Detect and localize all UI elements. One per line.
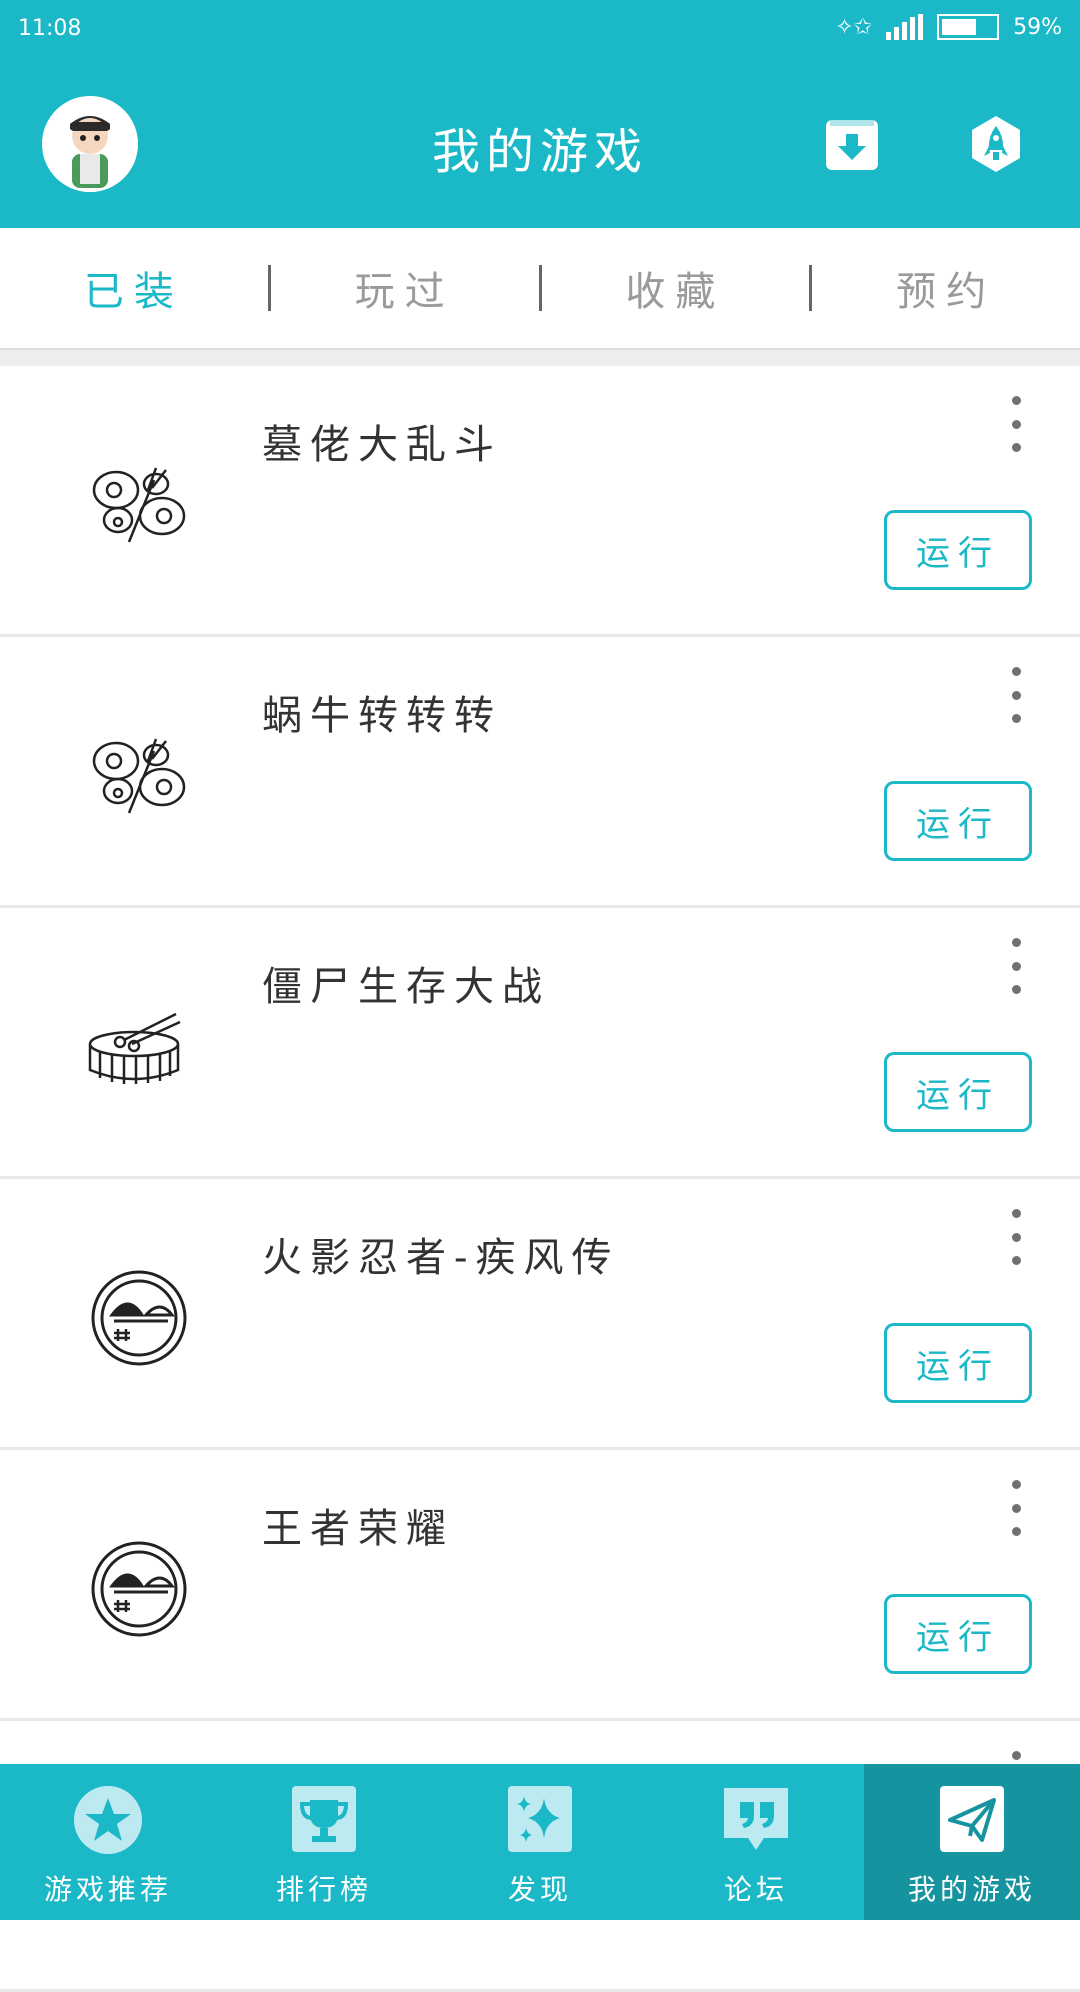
tab-favorites[interactable]: 收藏	[542, 259, 810, 317]
more-options-icon[interactable]	[1006, 1480, 1026, 1536]
run-button[interactable]: 运行	[884, 1323, 1032, 1403]
notification-sparkle-icon: ✧✩	[835, 14, 873, 40]
more-options-icon[interactable]	[1006, 396, 1026, 452]
nav-label: 排行榜	[275, 1873, 372, 1906]
paper-plane-icon	[940, 1786, 1004, 1852]
nav-label: 发现	[507, 1873, 572, 1906]
tab-played[interactable]: 玩过	[271, 259, 539, 317]
game-row[interactable]: 蜗牛转转转 运行	[0, 637, 1080, 908]
tab-installed[interactable]: 已装	[0, 259, 268, 317]
game-row[interactable]: 王者荣耀 运行	[0, 1450, 1080, 1721]
more-options-icon[interactable]	[1006, 667, 1026, 723]
face-badge-icon	[91, 1270, 187, 1366]
more-options-icon[interactable]	[1006, 938, 1026, 994]
rocket-icon	[972, 116, 1020, 172]
nav-forum[interactable]: 论坛	[648, 1764, 864, 1920]
quote-bubble-icon	[724, 1788, 788, 1850]
star-icon	[74, 1786, 142, 1854]
tab-reserved[interactable]: 预约	[812, 259, 1080, 317]
download-icon	[826, 120, 878, 170]
battery-icon	[937, 14, 1000, 40]
face-badge-icon	[91, 1541, 187, 1637]
trophy-icon	[292, 1786, 356, 1852]
nav-discover[interactable]: 发现	[432, 1764, 648, 1920]
run-button[interactable]: 运行	[884, 781, 1032, 861]
signal-icon	[886, 14, 924, 40]
game-name: 蜗牛转转转	[262, 693, 502, 739]
nav-rankings[interactable]: 排行榜	[216, 1764, 432, 1920]
run-button[interactable]: 运行	[884, 510, 1032, 590]
run-button[interactable]: 运行	[884, 1052, 1032, 1132]
game-name: 僵尸生存大战	[262, 964, 550, 1010]
nav-game-recommend[interactable]: 游戏推荐	[0, 1764, 216, 1920]
nav-label: 我的游戏	[907, 1873, 1036, 1906]
game-row[interactable]: 火影忍者-疾风传 运行	[0, 1179, 1080, 1450]
game-name: 墓佬大乱斗	[262, 422, 502, 468]
game-row[interactable]: 墓佬大乱斗 运行	[0, 366, 1080, 637]
nav-label: 论坛	[723, 1873, 788, 1906]
butterfly-icon	[92, 738, 186, 814]
app-header: 11:08 ✧✩ 59% 我的游戏	[0, 0, 1080, 228]
run-button[interactable]: 运行	[884, 1594, 1032, 1674]
drum-icon	[88, 1012, 181, 1084]
nav-my-games[interactable]: 我的游戏	[864, 1764, 1080, 1920]
game-row[interactable]: 僵尸生存大战 运行	[0, 908, 1080, 1179]
game-list: 墓佬大乱斗 运行 蜗牛转转转 运行 僵尸生存大战 运行 火影忍者-疾风传 运行 …	[0, 366, 1080, 1992]
download-manager-button[interactable]	[824, 116, 880, 172]
game-name: 王者荣耀	[262, 1506, 454, 1552]
game-name: 火影忍者-疾风传	[262, 1235, 620, 1281]
butterfly-icon	[92, 467, 186, 543]
battery-level: 59%	[1013, 14, 1062, 40]
bottom-navigation: 游戏推荐 排行榜 发现 论坛 我的游戏	[0, 1764, 1080, 1920]
status-time: 11:08	[18, 16, 82, 41]
game-tabs: 已装 玩过 收藏 预约	[0, 228, 1080, 348]
section-divider	[0, 348, 1080, 366]
nav-label: 游戏推荐	[43, 1873, 172, 1906]
page-title: 我的游戏	[431, 124, 648, 180]
speed-boost-button[interactable]	[968, 116, 1024, 172]
status-icons: ✧✩ 59%	[835, 14, 1062, 40]
more-options-icon[interactable]	[1006, 1209, 1026, 1265]
sparkle-icon	[508, 1786, 572, 1852]
status-bar: 11:08 ✧✩ 59%	[0, 0, 1080, 60]
